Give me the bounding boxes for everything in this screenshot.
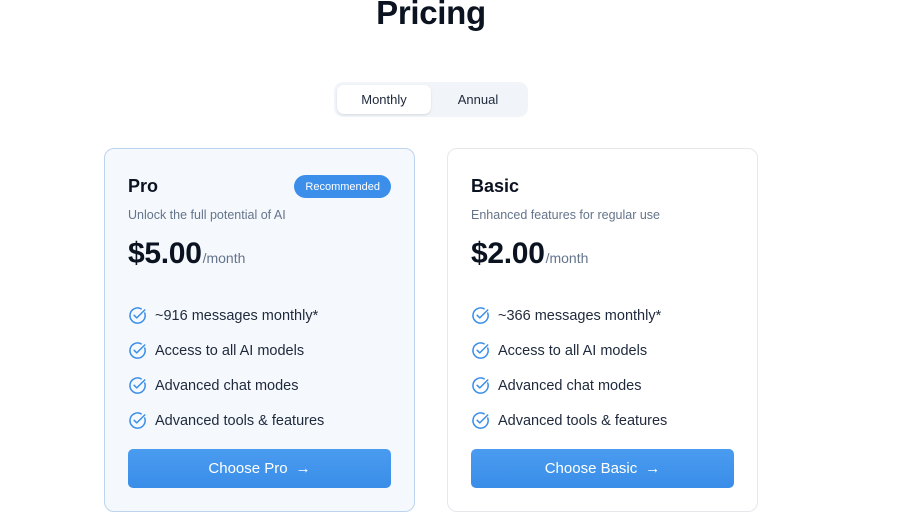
check-circle-icon xyxy=(471,411,490,430)
feature-text: Access to all AI models xyxy=(155,342,305,359)
price-period: /month xyxy=(202,250,246,266)
feature-list: ~916 messages monthly* Access to all AI … xyxy=(128,298,324,438)
plan-description: Enhanced features for regular use xyxy=(471,208,661,222)
feature-text: Advanced tools & features xyxy=(498,412,668,429)
plan-price: $5.00 xyxy=(128,237,202,270)
feature-item: ~366 messages monthly* xyxy=(471,298,667,333)
price-row: $5.00 /month xyxy=(128,237,245,271)
plan-description: Unlock the full potential of AI xyxy=(128,208,286,222)
page-title: Pricing xyxy=(376,0,486,31)
check-circle-icon xyxy=(128,341,147,360)
button-label: Choose Basic xyxy=(544,460,638,477)
arrow-right-icon: → xyxy=(645,460,661,477)
choose-pro-button[interactable]: Choose Pro → xyxy=(128,449,391,488)
plan-card-basic: Basic Enhanced features for regular use … xyxy=(447,148,758,512)
choose-basic-button[interactable]: Choose Basic → xyxy=(471,449,734,488)
price-row: $2.00 /month xyxy=(471,237,588,271)
check-circle-icon xyxy=(128,411,147,430)
check-circle-icon xyxy=(128,306,147,325)
price-period: /month xyxy=(545,250,589,266)
billing-toggle: Monthly Annual xyxy=(334,82,528,117)
check-circle-icon xyxy=(471,341,490,360)
feature-item: ~916 messages monthly* xyxy=(128,298,324,333)
feature-text: Advanced chat modes xyxy=(498,377,642,394)
feature-text: Advanced tools & features xyxy=(155,412,325,429)
feature-text: ~366 messages monthly* xyxy=(498,307,662,324)
feature-item: Advanced tools & features xyxy=(471,403,667,438)
plan-name: Basic xyxy=(471,176,520,196)
check-circle-icon xyxy=(471,306,490,325)
pricing-page: Pricing Monthly Annual Pro Recommended U… xyxy=(0,0,900,521)
feature-item: Advanced chat modes xyxy=(128,368,324,403)
feature-item: Advanced tools & features xyxy=(128,403,324,438)
recommended-badge: Recommended xyxy=(294,175,391,198)
check-circle-icon xyxy=(471,376,490,395)
feature-item: Access to all AI models xyxy=(128,333,324,368)
billing-annual-button[interactable]: Annual xyxy=(431,85,525,114)
feature-text: Access to all AI models xyxy=(498,342,648,359)
feature-text: ~916 messages monthly* xyxy=(155,307,319,324)
arrow-right-icon: → xyxy=(295,460,311,477)
feature-list: ~366 messages monthly* Access to all AI … xyxy=(471,298,667,438)
feature-item: Access to all AI models xyxy=(471,333,667,368)
plan-name: Pro xyxy=(128,176,159,196)
button-label: Choose Pro xyxy=(208,460,288,477)
feature-text: Advanced chat modes xyxy=(155,377,299,394)
feature-item: Advanced chat modes xyxy=(471,368,667,403)
billing-monthly-button[interactable]: Monthly xyxy=(337,85,431,114)
plan-card-pro: Pro Recommended Unlock the full potentia… xyxy=(104,148,415,512)
check-circle-icon xyxy=(128,376,147,395)
plan-price: $2.00 xyxy=(471,237,545,270)
